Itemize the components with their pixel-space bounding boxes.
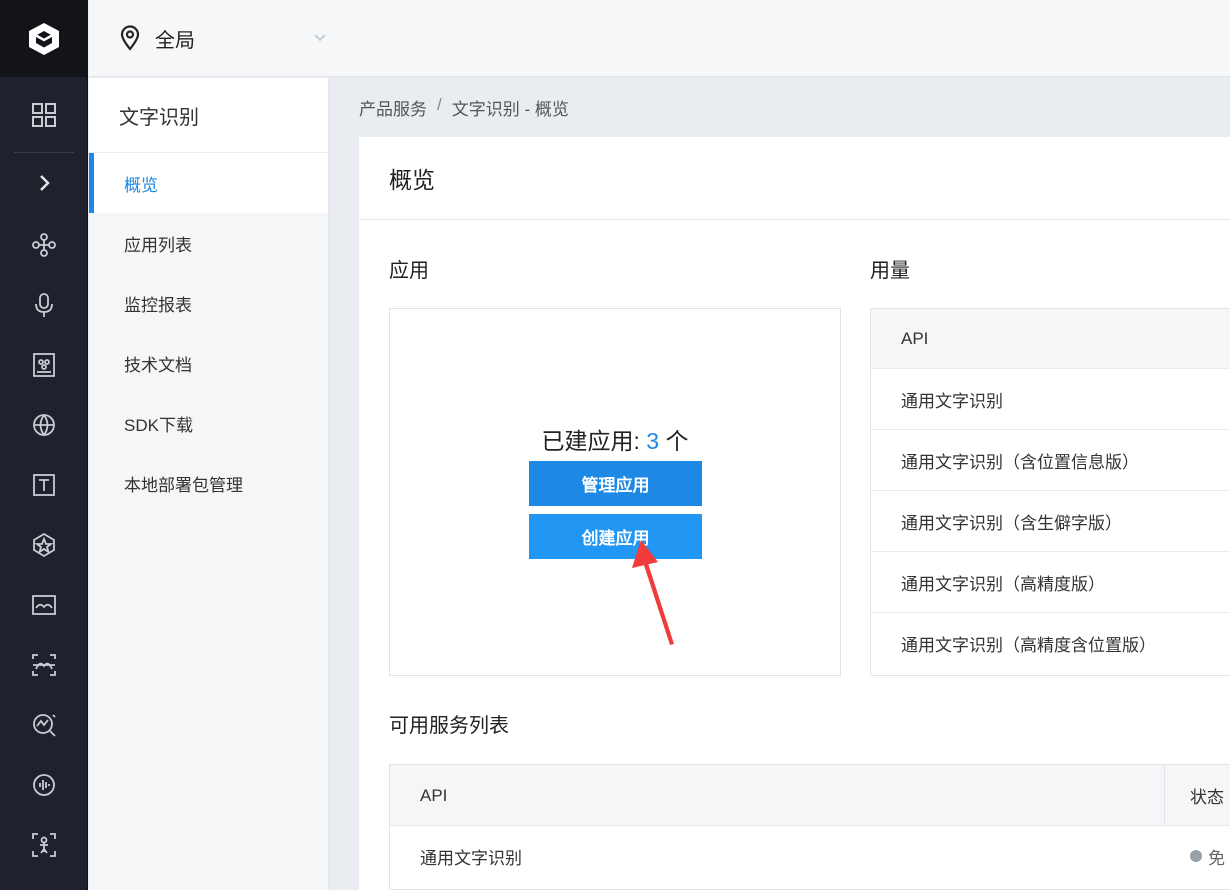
column-header-api: API [420,785,448,805]
sidebar-item-app-list[interactable]: 应用列表 [89,213,328,273]
region-label: 全局 [155,29,195,52]
chevron-down-icon[interactable] [313,33,327,43]
column-header-status: 状态 [1190,788,1224,807]
table-row: 通用文字识别 [871,369,1230,430]
table-row: 通用文字识别 免 [390,826,1230,886]
sidebar-item-overview[interactable]: 概览 [89,153,328,213]
usage-section-title: 用量 [870,260,910,282]
grid-icon[interactable] [0,95,88,135]
create-app-button[interactable]: 创建应用 [529,514,702,559]
usage-table-header: API [871,309,1230,369]
body-detect-icon[interactable] [0,825,88,865]
breadcrumb-current: 文字识别 - 概览 [451,100,569,119]
table-row: 通用文字识别（高精度含位置版） [901,636,1156,655]
globe-icon[interactable] [0,405,88,445]
icon-rail [0,0,88,890]
analytics-icon[interactable] [0,705,88,745]
expand-icon[interactable] [0,163,88,203]
usage-table: API 通用文字识别 通用文字识别（含位置信息版） 通用文字识别（含生僻字版） … [870,308,1230,676]
microphone-icon[interactable] [0,285,88,325]
audio-icon[interactable] [0,765,88,805]
breadcrumb: 产品服务 / 文字识别 - 概览 [359,95,569,120]
app-count-suffix: 个 [659,428,689,454]
sidebar-item-docs[interactable]: 技术文档 [89,333,328,393]
status-dot-icon [1190,850,1202,862]
image-recognition-icon[interactable] [0,345,88,385]
service-status: 免 [1190,826,1225,886]
table-row: 通用文字识别（含位置信息版） [871,430,1230,491]
services-table: API 状态 通用文字识别 免 [389,764,1230,890]
network-icon[interactable] [0,225,88,265]
table-row: 通用文字识别（含生僻字版） [871,491,1230,552]
landscape-icon[interactable] [0,585,88,625]
services-table-header: API 状态 [390,765,1230,826]
services-section-title: 可用服务列表 [389,715,509,737]
service-api-name: 通用文字识别 [420,848,522,868]
top-bar: 全局 [89,0,1230,77]
breadcrumb-root[interactable]: 产品服务 [359,95,427,120]
location-pin-icon [120,25,140,51]
service-status-text: 免 [1208,848,1225,868]
face-icon[interactable] [0,645,88,685]
rail-divider [14,152,74,153]
breadcrumb-separator: / [437,95,442,114]
region-selector[interactable]: 全局 [119,24,327,53]
app-count-prefix: 已建应用: [541,428,647,454]
sidebar-item-local-deploy[interactable]: 本地部署包管理 [89,453,328,513]
logo-icon[interactable] [0,0,88,77]
hexagon-icon[interactable] [0,525,88,565]
text-icon[interactable] [0,465,88,505]
manage-apps-button[interactable]: 管理应用 [529,461,702,506]
overview-panel: 概览 应用 用量 已建应用: 3 个 管理应用 创建应用 API 通用文字识别 … [359,137,1230,890]
column-divider [1164,765,1165,826]
sidebar-item-sdk[interactable]: SDK下载 [89,393,328,453]
table-row: 通用文字识别（高精度版） [871,552,1230,613]
sidebar-item-monitoring[interactable]: 监控报表 [89,273,328,333]
product-title: 文字识别 [89,78,328,153]
apps-card: 已建应用: 3 个 管理应用 创建应用 [389,308,841,676]
product-sidebar: 文字识别 概览 应用列表 监控报表 技术文档 SDK下载 本地部署包管理 [89,78,329,890]
app-count: 已建应用: 3 个 [390,422,840,456]
page-title: 概览 [359,137,1230,220]
apps-section-title: 应用 [389,260,429,282]
app-count-number: 3 [646,428,660,454]
